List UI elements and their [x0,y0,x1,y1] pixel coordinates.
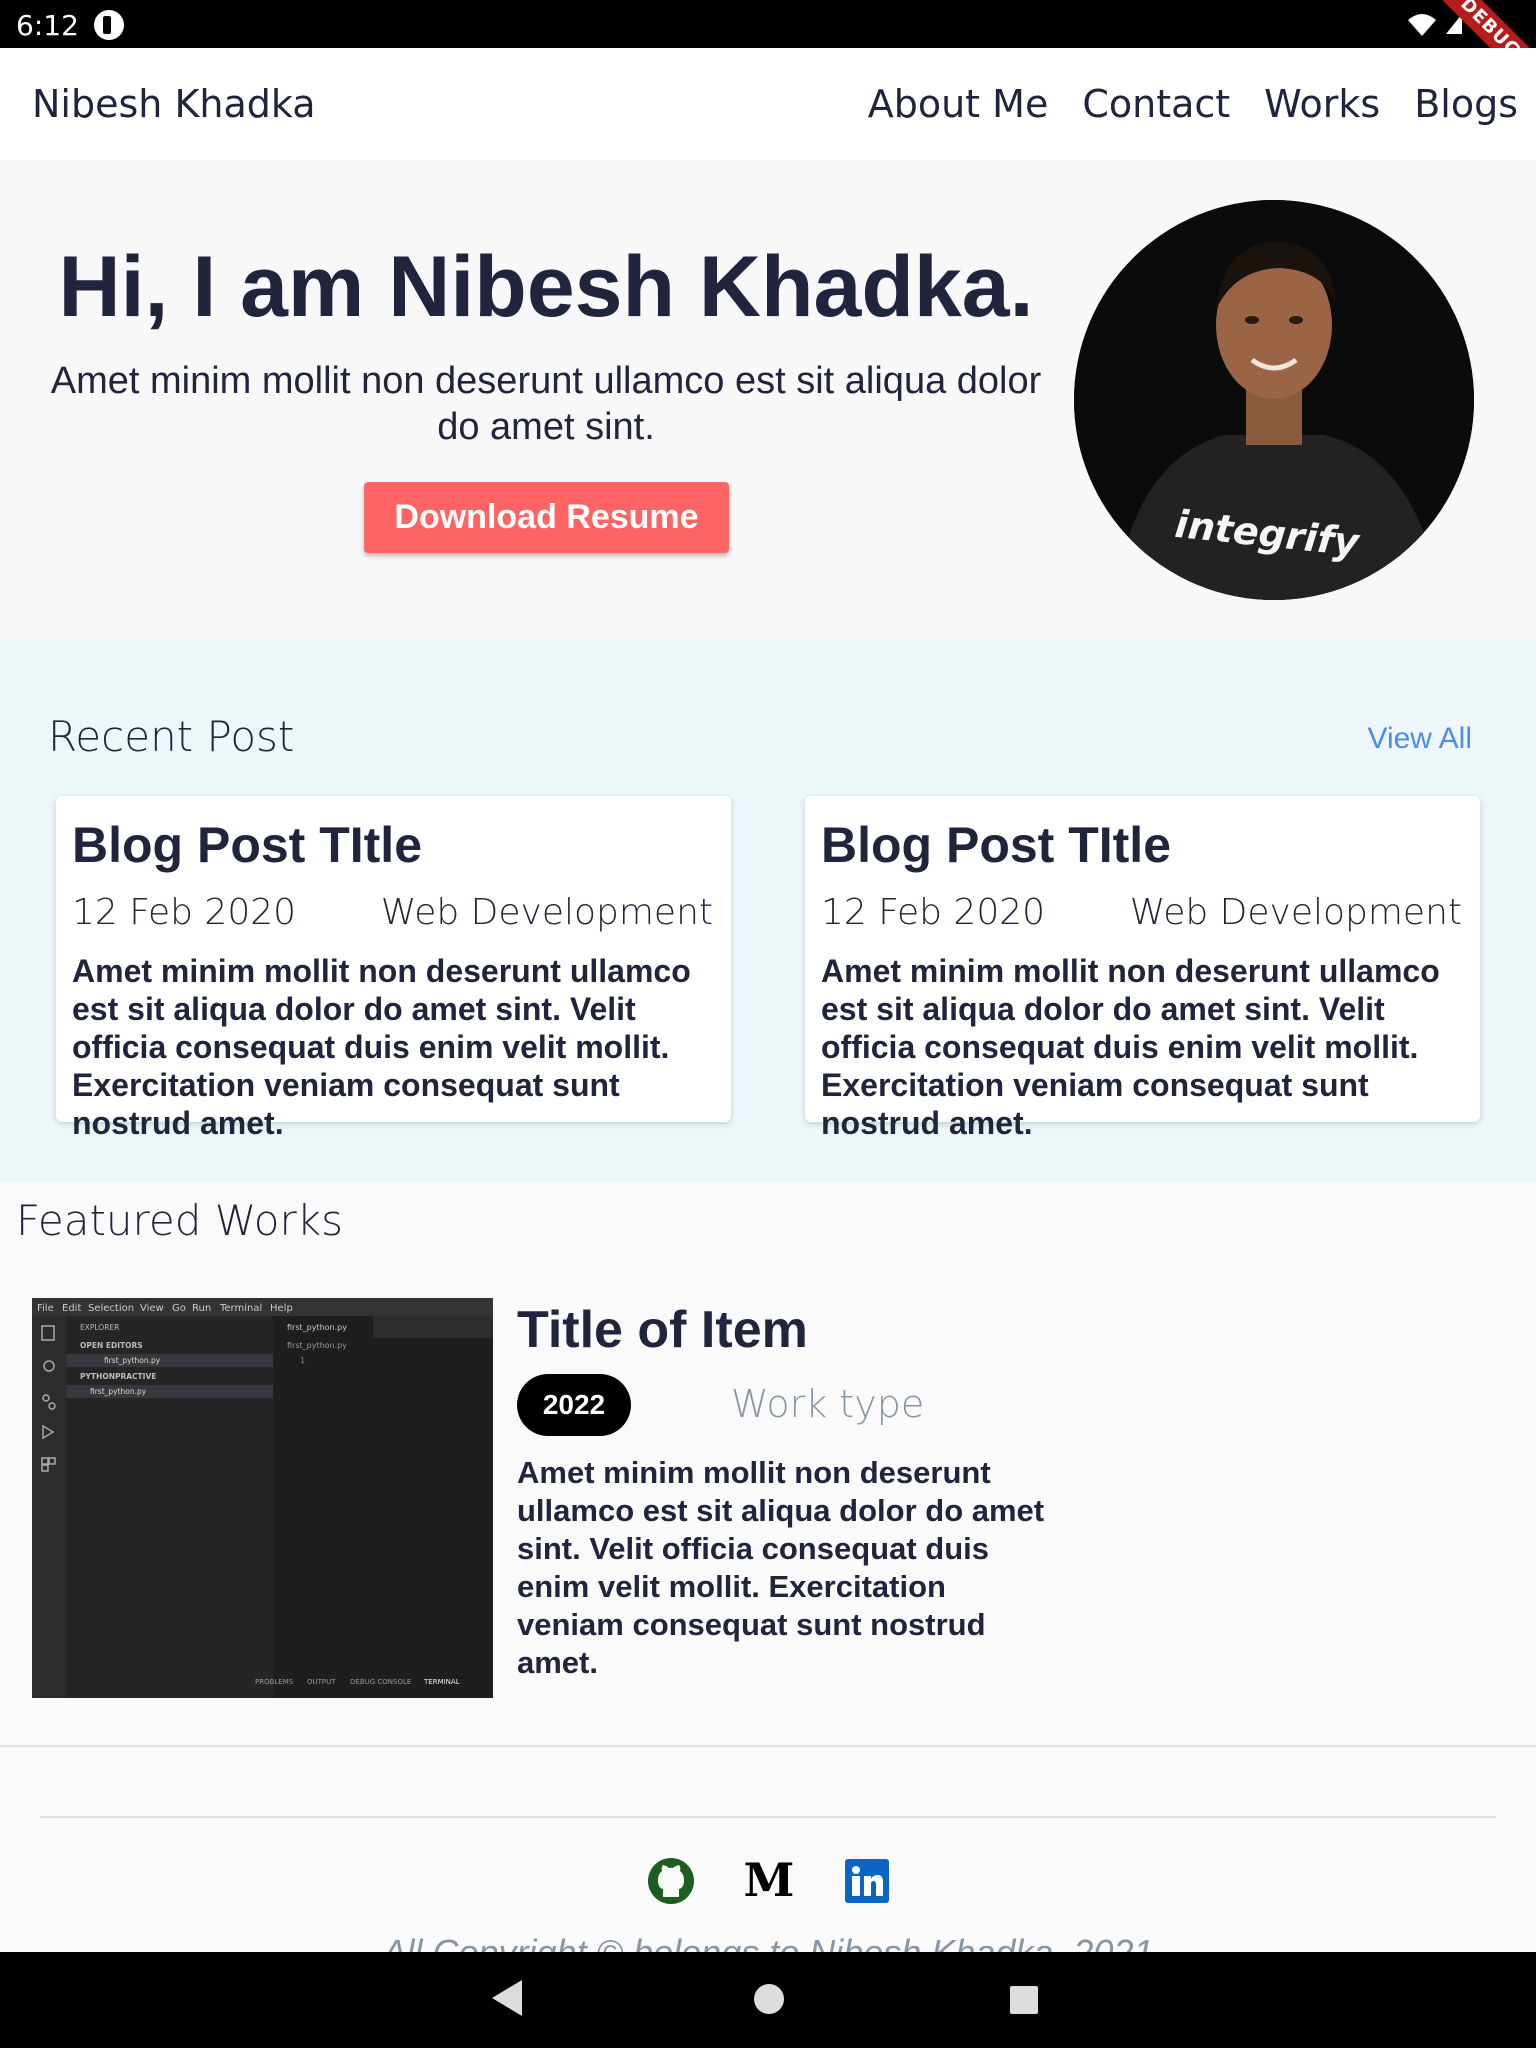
nav-about-me[interactable]: About Me [868,82,1049,126]
hero-title: Hi, I am Nibesh Khadka. [58,239,1034,335]
brand-name[interactable]: Nibesh Khadka [32,82,315,126]
nav-contact[interactable]: Contact [1082,82,1230,126]
profile-photo: integrify [1074,200,1474,600]
thumb-menu-item: View [140,1303,164,1314]
thumb-open-file: first_python.py [104,1356,161,1365]
hero-section: Hi, I am Nibesh Khadka. Amet minim molli… [0,160,1536,640]
status-time: 6:12 [16,9,79,42]
recent-posts-section: Recent Post View All Blog Post TItle 12 … [0,640,1536,1182]
hero-subtitle: Amet minim mollit non deserunt ullamco e… [50,360,1042,448]
thumb-menu-item: Edit [62,1303,81,1314]
work-thumbnail[interactable]: File Edit Selection View Go Run Terminal… [32,1298,493,1698]
work-type: Work type [731,1382,925,1426]
thumb-explorer-label: EXPLORER [80,1323,119,1332]
github-icon[interactable] [646,1856,696,1906]
medium-icon[interactable]: M [744,1856,794,1906]
footer-divider [40,1816,1496,1818]
post-title[interactable]: Blog Post TItle [72,816,422,874]
thumb-line-number: 1 [300,1356,305,1365]
thumb-menu-item: Go [172,1303,186,1314]
main-nav: About Me Contact Works Blogs [868,82,1518,126]
download-resume-button[interactable]: Download Resume [364,482,729,553]
nav-works[interactable]: Works [1264,82,1380,126]
thumb-menu-item: Help [270,1303,293,1314]
post-meta: 12 Feb 2020 Web Development [821,892,1462,933]
thumb-menu-item: Run [192,1303,211,1314]
work-year-badge: 2022 [517,1374,631,1436]
home-icon[interactable] [754,1984,784,2014]
post-excerpt: Amet minim mollit non deserunt ullamco e… [821,953,1440,1141]
work-title[interactable]: Title of Item [517,1300,808,1360]
medium-icon-label: M [744,1856,794,1906]
social-links: M [646,1856,892,1906]
post-category: Web Development [1129,892,1462,933]
avatar: integrify [1074,200,1474,600]
thumb-open-editors: OPEN EDITORS [80,1341,143,1350]
thumb-folder-file: first_python.py [90,1387,147,1396]
app-notification-icon [94,10,124,40]
thumb-menu-item: Selection [88,1303,134,1314]
thumb-panel-tab: TERMINAL [423,1678,460,1686]
post-date: 12 Feb 2020 [72,892,297,933]
featured-works-heading: Featured Works [16,1196,343,1245]
work-description: Amet minim mollit non deserunt ullamco e… [517,1455,1045,1680]
post-title[interactable]: Blog Post TItle [821,816,1171,874]
vscode-screenshot: File Edit Selection View Go Run Terminal… [32,1298,493,1698]
thumb-menu-item: File [37,1303,54,1314]
nav-blogs[interactable]: Blogs [1414,82,1518,126]
thumb-editor-tab: first_python.py [287,1323,347,1332]
app-bar: Nibesh Khadka About Me Contact Works Blo… [0,48,1536,160]
thumb-menu-item: Terminal [219,1303,262,1314]
thumb-breadcrumb: first_python.py [287,1341,347,1350]
recent-post-heading: Recent Post [48,712,295,761]
back-icon[interactable] [492,1980,522,2016]
blog-post-card[interactable]: Blog Post TItle 12 Feb 2020 Web Developm… [805,796,1480,1141]
linkedin-icon[interactable] [842,1856,892,1906]
thumb-folder: PYTHONPRACTIVE [80,1372,156,1381]
post-excerpt: Amet minim mollit non deserunt ullamco e… [72,953,691,1141]
status-bar: 6:12 DEBUG [0,0,1536,102]
thumb-panel-tab: OUTPUT [307,1678,336,1686]
view-all-link[interactable]: View All [1367,722,1472,756]
system-nav-bar [0,1952,1536,2048]
post-date: 12 Feb 2020 [821,892,1046,933]
post-category: Web Development [380,892,713,933]
thumb-panel-tab: DEBUG CONSOLE [350,1678,411,1686]
section-divider [0,1745,1536,1747]
thumb-panel-tab: PROBLEMS [255,1678,294,1686]
post-meta: 12 Feb 2020 Web Development [72,892,713,933]
blog-post-card[interactable]: Blog Post TItle 12 Feb 2020 Web Developm… [56,796,731,1141]
recent-apps-icon[interactable] [1010,1986,1038,2014]
